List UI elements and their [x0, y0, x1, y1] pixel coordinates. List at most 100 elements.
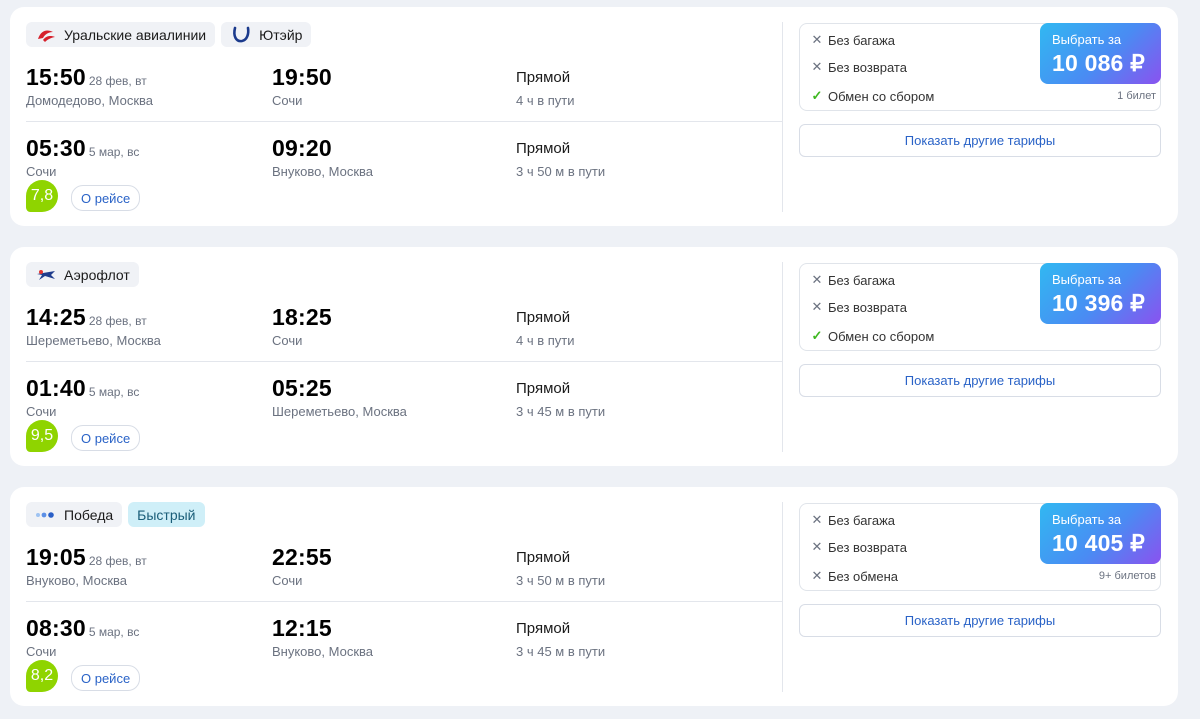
outbound-segment: 19:05 28 фев, вт Внуково, Москва 22:55 Со… — [26, 536, 782, 606]
arrival-time: 18:25 — [272, 304, 332, 330]
airline-chip: Уральские авиалинии — [26, 22, 216, 47]
tariff-box: ✕ Без багажа ✕ Без возврата ✓ Обмен со сбор… — [799, 263, 1161, 351]
airline-name: Аэрофлот — [64, 266, 130, 283]
select-label: Выбрать за — [1052, 512, 1122, 527]
airline-chip: Аэрофлот — [26, 262, 139, 287]
arrival-time: 19:50 — [272, 64, 332, 90]
arrival-time: 05:25 — [272, 375, 332, 401]
tariff-feature: ✕ Без возврата — [811, 299, 907, 315]
departure-place: Шереметьево, Москва — [26, 333, 161, 348]
departure-date: 5 мар, вс — [88, 385, 140, 399]
cross-icon: ✕ — [811, 299, 823, 314]
tariff-feature: ✓ Обмен со сбором — [811, 328, 935, 344]
arrival-place: Сочи — [272, 93, 303, 108]
segment-divider — [26, 121, 782, 122]
rating-badge: 9,5 — [26, 420, 58, 452]
arrival-place: Сочи — [272, 573, 303, 588]
cross-icon: ✕ — [811, 568, 823, 583]
price-value: 10 086 ₽ — [1052, 50, 1145, 76]
tickets-left: 1 билет — [1117, 90, 1156, 102]
price-value: 10 405 ₽ — [1052, 530, 1145, 556]
departure-date: 28 фев, вт — [88, 554, 147, 568]
tariff-feature: ✓ Обмен со сбором — [811, 88, 935, 104]
cross-icon: ✕ — [811, 539, 823, 554]
departure-time: 08:30 5 мар, вс — [26, 615, 140, 641]
currency-sign: ₽ — [1130, 290, 1145, 316]
about-flight-button[interactable]: О рейсе — [71, 185, 141, 211]
rating-badge: 7,8 — [26, 180, 58, 212]
tariff-feature: ✕ Без возврата — [811, 539, 907, 555]
segment-divider — [26, 361, 782, 362]
departure-place: Сочи — [26, 164, 57, 179]
tariff-feature: ✕ Без багажа — [811, 512, 896, 528]
inbound-segment: 01:40 5 мар, вс Сочи 05:25 Шереметьево, М… — [26, 367, 782, 437]
arrival-place: Шереметьево, Москва — [272, 404, 407, 419]
flight-type: Прямой — [516, 549, 571, 566]
flight-duration: 4 ч в пути — [516, 93, 575, 108]
arrival-place: Внуково, Москва — [272, 164, 374, 179]
airline-chip: Ютэйр — [221, 22, 312, 47]
flight-card: Победа Быстрый 19:05 28 фев, вт Внуково, … — [10, 487, 1178, 706]
departure-time: 15:50 28 фев, вт — [26, 64, 147, 90]
departure-time: 19:05 28 фев, вт — [26, 544, 147, 570]
departure-date: 5 мар, вс — [88, 145, 140, 159]
vertical-divider — [782, 262, 783, 452]
other-tariffs-button[interactable]: Показать другие тарифы — [799, 124, 1161, 157]
flight-duration: 3 ч 50 м в пути — [516, 164, 606, 179]
flight-type: Прямой — [516, 69, 571, 86]
select-label: Выбрать за — [1052, 272, 1122, 287]
check-icon: ✓ — [811, 328, 823, 343]
aeroflot-logo-icon — [35, 266, 57, 284]
other-tariffs-button[interactable]: Показать другие тарифы — [799, 364, 1161, 397]
flight-type: Прямой — [516, 380, 571, 397]
outbound-segment: 15:50 28 фев, вт Домодедово, Москва 19:50… — [26, 56, 782, 126]
departure-time: 05:30 5 мар, вс — [26, 135, 140, 161]
flight-duration: 3 ч 50 м в пути — [516, 573, 606, 588]
cross-icon: ✕ — [811, 512, 823, 527]
check-icon: ✓ — [811, 88, 823, 103]
about-flight-button[interactable]: О рейсе — [71, 425, 141, 451]
flight-duration: 3 ч 45 м в пути — [516, 644, 606, 659]
other-tariffs-button[interactable]: Показать другие тарифы — [799, 604, 1161, 637]
cross-icon: ✕ — [811, 272, 823, 287]
departure-place: Сочи — [26, 404, 57, 419]
arrival-time: 09:20 — [272, 135, 332, 161]
airline-chips: Уральские авиалинии Ютэйр — [26, 22, 312, 47]
arrival-time: 22:55 — [272, 544, 332, 570]
flight-duration: 3 ч 45 м в пути — [516, 404, 606, 419]
currency-sign: ₽ — [1130, 50, 1145, 76]
flight-type: Прямой — [516, 620, 571, 637]
select-price-button[interactable]: Выбрать за 10 405 ₽ — [1040, 503, 1161, 564]
cross-icon: ✕ — [811, 32, 823, 47]
about-flight-button[interactable]: О рейсе — [71, 665, 141, 691]
departure-date: 28 фев, вт — [88, 314, 147, 328]
arrival-place: Внуково, Москва — [272, 644, 374, 659]
select-price-button[interactable]: Выбрать за 10 396 ₽ — [1040, 263, 1161, 324]
departure-time: 14:25 28 фев, вт — [26, 304, 147, 330]
fast-badge: Быстрый — [128, 502, 205, 527]
vertical-divider — [782, 22, 783, 212]
arrival-place: Сочи — [272, 333, 303, 348]
cross-icon: ✕ — [811, 59, 823, 74]
tariff-feature: ✕ Без обмена — [811, 568, 899, 584]
flight-card: Уральские авиалинии Ютэйр 15:50 28 фев, в… — [10, 7, 1178, 226]
airline-chips: Аэрофлот — [26, 262, 139, 287]
tickets-left: 9+ билетов — [1098, 570, 1156, 582]
outbound-segment: 14:25 28 фев, вт Шереметьево, Москва 18:2… — [26, 296, 782, 366]
tariff-box: ✕ Без багажа ✕ Без возврата ✕ Без обмена Вы… — [799, 503, 1161, 591]
departure-date: 5 мар, вс — [88, 625, 140, 639]
airline-name: Уральские авиалинии — [64, 26, 207, 43]
vertical-divider — [782, 502, 783, 692]
inbound-segment: 08:30 5 мар, вс Сочи 12:15 Внуково, Москв… — [26, 607, 782, 677]
inbound-segment: 05:30 5 мар, вс Сочи 09:20 Внуково, Москв… — [26, 127, 782, 197]
airline-name: Победа — [64, 506, 114, 523]
utair-logo-icon — [230, 26, 252, 44]
ural-airlines-logo-icon — [35, 26, 57, 44]
tariff-box: ✕ Без багажа ✕ Без возврата ✓ Обмен со сбор… — [799, 23, 1161, 111]
tariff-feature: ✕ Без багажа — [811, 32, 896, 48]
airline-chip: Победа — [26, 502, 123, 527]
select-price-button[interactable]: Выбрать за 10 086 ₽ — [1040, 23, 1161, 84]
airline-name: Ютэйр — [259, 26, 303, 43]
departure-place: Домодедово, Москва — [26, 93, 154, 108]
flight-card: Аэрофлот 14:25 28 фев, вт Шереметьево, Мо… — [10, 247, 1178, 466]
